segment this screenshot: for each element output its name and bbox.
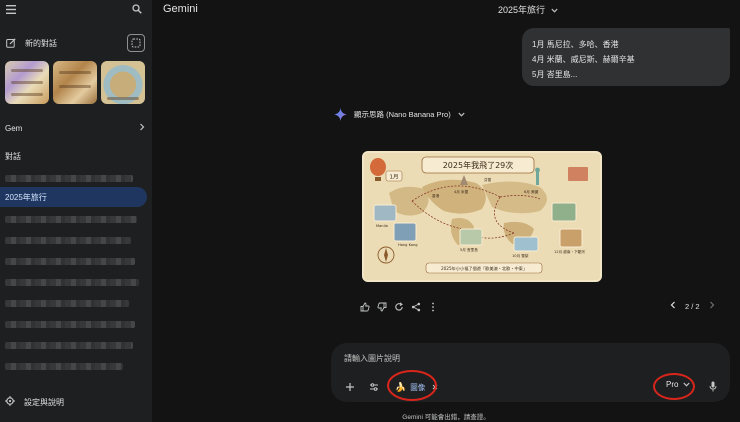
redacted-title — [5, 341, 133, 349]
more-vert-icon[interactable] — [427, 301, 439, 313]
gem-section[interactable]: Gem — [5, 122, 145, 134]
share-icon[interactable] — [410, 301, 422, 313]
response-pager: 2 / 2 — [670, 301, 715, 311]
redacted-title — [5, 278, 139, 286]
close-icon[interactable] — [432, 383, 438, 392]
travel-map-illustration: 2025年我飛了29次 1月 Manila Hong Kong 香港 5月 峇里… — [364, 153, 600, 280]
image-place-label: 6月 美國 — [524, 189, 539, 194]
settings-label: 設定與說明 — [24, 397, 64, 407]
recent-image-thumbnail[interactable] — [53, 61, 97, 104]
prompt-box: 🍌 圖像 Pro — [331, 343, 730, 402]
temporary-chat-icon[interactable] — [127, 34, 145, 52]
banana-icon: 🍌 — [395, 381, 407, 392]
recent-images — [5, 61, 145, 104]
conversation-item-active[interactable]: 2025年旅行 — [0, 187, 147, 207]
conversation-item[interactable] — [0, 251, 147, 271]
mode-label: Pro — [666, 380, 679, 389]
user-message-line: 1月 馬尼拉、多哈、香港 — [532, 40, 619, 49]
image-place-label: 香港 — [432, 193, 440, 198]
gem-label: Gem — [5, 123, 23, 133]
image-place-label: Manila — [376, 224, 388, 228]
user-message: 1月 馬尼拉、多哈、香港 4月 米蘭、威尼斯、赫爾辛基 5月 峇里島... — [522, 28, 730, 86]
conversation-item[interactable] — [0, 230, 147, 250]
recent-image-thumbnail[interactable] — [5, 61, 49, 104]
image-tool-label: 圖像 — [410, 382, 426, 392]
thumb-up-icon[interactable] — [359, 301, 371, 313]
recent-image-thumbnail[interactable] — [101, 61, 145, 104]
image-place-label: 5月 峇里島 — [460, 247, 478, 252]
conversation-item[interactable] — [0, 272, 147, 292]
mode-selector[interactable]: Pro — [666, 380, 691, 389]
main-panel: Gemini 2025年旅行 1月 馬尼拉、多哈、香港 4月 米蘭、威尼斯、赫爾… — [152, 0, 740, 422]
image-tool-chip[interactable]: 🍌 圖像 — [395, 379, 438, 395]
image-place-label: 12月 越南・下龍灣 — [554, 249, 585, 254]
chevron-right-icon — [139, 123, 145, 133]
app-title: Gemini — [163, 3, 198, 15]
conversation-item[interactable] — [0, 209, 147, 229]
model-status: 顯示思路 (Nano Banana Pro) — [354, 110, 451, 119]
disclaimer: Gemini 可能會出錯，請查證。 — [402, 414, 490, 421]
conversation-item[interactable] — [0, 293, 147, 313]
prompt-input[interactable] — [344, 354, 644, 363]
generated-image[interactable]: 2025年我飛了29次 1月 Manila Hong Kong 香港 5月 峇里… — [362, 151, 602, 282]
image-place-label: 4月 米蘭 — [454, 189, 469, 194]
conversation-item[interactable] — [0, 314, 147, 334]
menu-icon[interactable] — [4, 2, 18, 16]
chevron-right-icon[interactable] — [709, 301, 715, 311]
image-title: 2025年我飛了29次 — [443, 160, 514, 170]
chat-title: 2025年旅行 — [498, 5, 546, 15]
image-place-label: Hong Kong — [398, 243, 418, 247]
thumb-down-icon[interactable] — [376, 301, 388, 313]
redacted-title — [5, 174, 133, 182]
chevron-down-icon — [551, 5, 558, 15]
mic-icon[interactable] — [707, 380, 719, 393]
redacted-title — [5, 257, 135, 265]
redacted-title — [5, 362, 123, 370]
conversation-item[interactable] — [0, 168, 147, 188]
plus-icon[interactable] — [344, 381, 356, 393]
sidebar: 新的對話 Gem 對話 2025年旅行 設定與說明 — [0, 0, 152, 422]
search-icon[interactable] — [130, 2, 144, 16]
image-footer-banner: 2025年小小福了個遊「歐美澳・北歐・中東」 — [441, 265, 527, 272]
refresh-icon[interactable] — [393, 301, 405, 313]
conversation-item[interactable] — [0, 356, 147, 376]
user-message-line: 4月 米蘭、威尼斯、赫爾辛基 — [532, 55, 635, 64]
chevron-down-icon — [683, 380, 691, 389]
chevron-left-icon[interactable] — [670, 301, 676, 311]
redacted-title — [5, 236, 131, 244]
image-month-badge: 1月 — [390, 174, 399, 181]
settings-button[interactable]: 設定與說明 — [5, 396, 64, 408]
redacted-title — [5, 299, 129, 307]
new-chat-button[interactable]: 新的對話 — [5, 35, 145, 51]
chevron-down-icon — [458, 110, 465, 119]
conversations-heading: 對話 — [5, 152, 21, 161]
new-chat-label: 新的對話 — [25, 38, 57, 48]
image-place-label: 10月 雪梨 — [512, 253, 529, 258]
gemini-sparkle-icon — [334, 108, 347, 121]
redacted-title — [5, 215, 137, 223]
conversation-item[interactable] — [0, 335, 147, 355]
gear-icon — [5, 396, 15, 408]
edit-icon — [5, 38, 16, 49]
user-message-line: 5月 峇里島... — [532, 70, 578, 79]
show-thinking-toggle[interactable]: 顯示思路 (Nano Banana Pro) — [334, 108, 465, 121]
chat-title-dropdown[interactable]: 2025年旅行 — [498, 3, 558, 16]
conversation-title: 2025年旅行 — [5, 192, 47, 202]
pager-count: 2 / 2 — [685, 301, 700, 311]
redacted-title — [5, 320, 135, 328]
response-actions — [359, 301, 439, 313]
image-place-label: 芬蘭 — [484, 177, 492, 182]
tune-icon[interactable] — [368, 381, 380, 393]
